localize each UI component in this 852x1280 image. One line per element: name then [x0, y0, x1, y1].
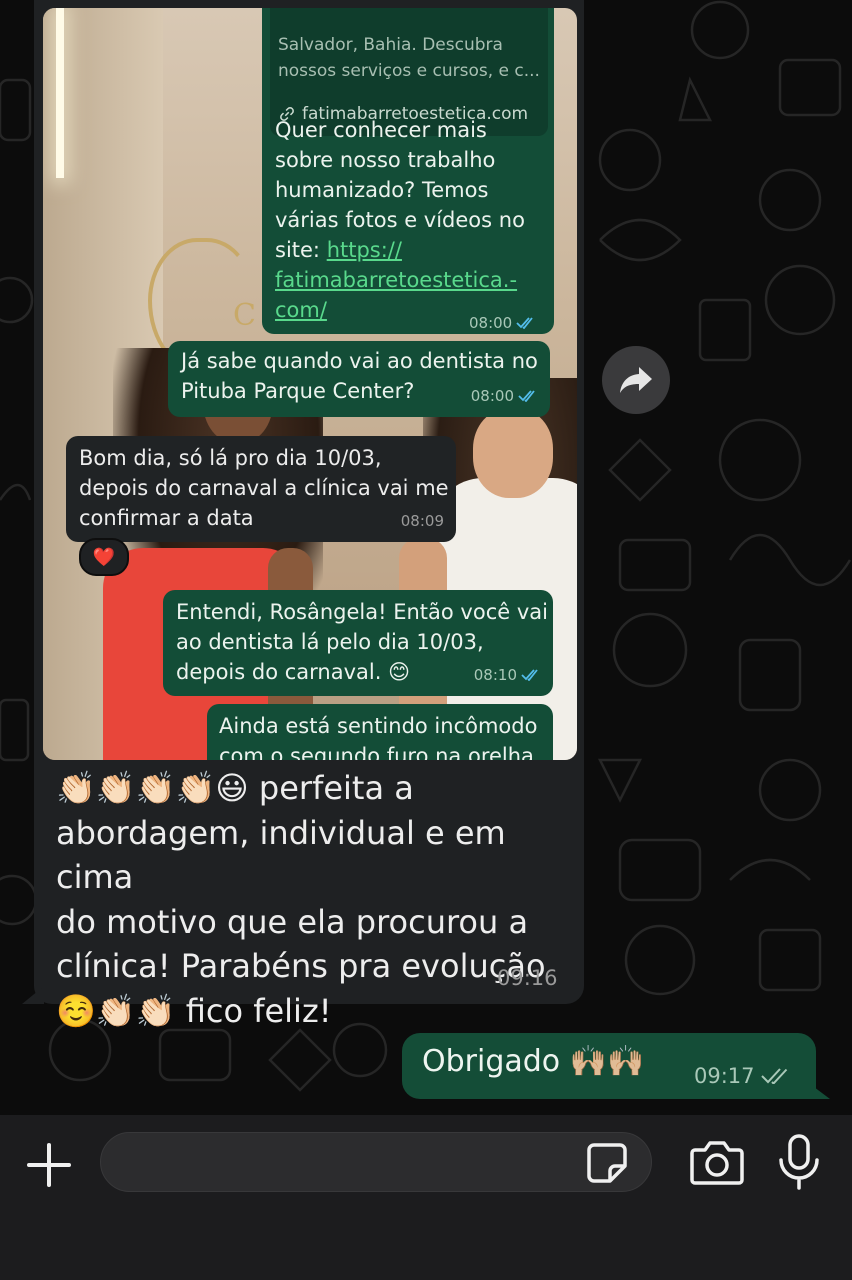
- camera-button[interactable]: [690, 1138, 744, 1186]
- embedded-time-0: 08:00: [469, 308, 536, 338]
- outgoing-message-time: 09:17: [694, 1064, 791, 1088]
- embedded-time-2: 08:09: [401, 506, 444, 536]
- plus-icon: [27, 1143, 71, 1187]
- double-check-icon: [518, 390, 535, 402]
- microphone-icon: [779, 1134, 819, 1190]
- embedded-message-confirm: Entendi, Rosângela! Então você vai ao de…: [163, 590, 553, 696]
- double-check-icon: [516, 317, 533, 329]
- embedded-message-dentist: Já sabe quando vai ao dentista no Pituba…: [168, 341, 550, 417]
- double-check-icon: [521, 669, 538, 681]
- heart-icon: ❤️: [92, 546, 116, 568]
- outgoing-bubble-tail: [806, 1081, 830, 1099]
- microphone-button[interactable]: [776, 1134, 822, 1190]
- photo-lamp: [56, 8, 64, 178]
- embedded-time-text: 08:00: [469, 314, 513, 332]
- incoming-message-time: 09:16: [497, 966, 558, 990]
- embedded-time-text: 08:10: [473, 666, 517, 684]
- camera-icon: [690, 1141, 744, 1185]
- embedded-message-text: Bom dia, só lá pro dia 10/03, depois do …: [79, 446, 449, 530]
- photo-person-right-face: [473, 408, 553, 498]
- attach-button[interactable]: [24, 1140, 74, 1190]
- incoming-bubble-tail: [22, 986, 44, 1004]
- heart-reaction: ❤️: [79, 538, 129, 576]
- message-input[interactable]: [100, 1132, 652, 1192]
- double-check-icon: [760, 1068, 787, 1084]
- embedded-time-text: 08:09: [400, 512, 444, 530]
- embedded-time-3: 08:10: [474, 660, 541, 690]
- outgoing-message-text: Obrigado 🙌🏼🙌🏼: [422, 1044, 645, 1079]
- link-preview-description: Salvador, Bahia. Descubra nossos serviço…: [278, 35, 540, 81]
- shared-screenshot-image[interactable]: CL Salvador, Bahia. Descubra nossos serv…: [43, 8, 577, 760]
- embedded-message-earring: Ainda está sentindo incômodo com o segun…: [207, 704, 553, 760]
- forward-button[interactable]: [602, 346, 670, 414]
- embedded-time-text: 08:00: [470, 387, 514, 405]
- embedded-time-1: 08:00: [471, 381, 538, 411]
- embedded-message-reply: Bom dia, só lá pro dia 10/03, depois do …: [66, 436, 456, 542]
- incoming-message-text: 👏🏻👏🏻👏🏻👏🏻😃 perfeita a abordagem, individu…: [56, 769, 546, 1030]
- embedded-message-text: Ainda está sentindo incômodo com o segun…: [219, 714, 538, 760]
- embedded-message-link-text: Quer conhecer mais sobre nosso trabalho …: [275, 115, 545, 325]
- outgoing-time-text: 09:17: [694, 1064, 755, 1088]
- sticker-icon: [587, 1143, 627, 1183]
- sticker-button[interactable]: [586, 1142, 628, 1184]
- forward-icon: [620, 367, 652, 393]
